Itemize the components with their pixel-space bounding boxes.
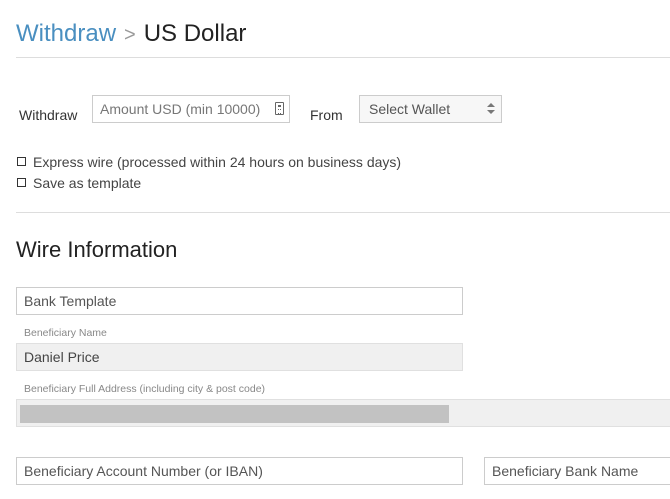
- page-title: US Dollar: [143, 20, 247, 47]
- header-divider: [16, 57, 670, 58]
- save-template-label[interactable]: Save as template: [33, 175, 141, 191]
- account-number-field[interactable]: Beneficiary Account Number (or IBAN): [16, 457, 463, 485]
- bank-template-select[interactable]: Bank Template: [16, 287, 463, 315]
- express-wire-label[interactable]: Express wire (processed within 24 hours …: [33, 154, 401, 170]
- bank-name-field[interactable]: Beneficiary Bank Name: [484, 457, 670, 485]
- express-wire-checkbox[interactable]: [17, 157, 26, 166]
- wallet-select-value: Select Wallet: [369, 101, 451, 117]
- wire-information-title: Wire Information: [16, 237, 178, 262]
- beneficiary-address-field[interactable]: [16, 399, 670, 427]
- withdraw-label: Withdraw: [19, 107, 78, 123]
- beneficiary-name-field[interactable]: Daniel Price: [16, 343, 463, 371]
- breadcrumb-separator: >: [124, 24, 136, 46]
- wallet-select[interactable]: Select Wallet: [359, 95, 502, 123]
- section-divider: [16, 212, 670, 213]
- amount-input[interactable]: [93, 96, 265, 122]
- amount-field[interactable]: [92, 95, 290, 123]
- breadcrumb: Withdraw > US Dollar: [16, 19, 246, 50]
- bank-name-placeholder: Beneficiary Bank Name: [492, 463, 639, 479]
- breadcrumb-withdraw-link[interactable]: Withdraw: [16, 20, 116, 47]
- account-number-placeholder: Beneficiary Account Number (or IBAN): [24, 463, 263, 479]
- sort-arrows-icon: [487, 103, 495, 115]
- beneficiary-name-value: Daniel Price: [24, 349, 100, 365]
- save-template-checkbox[interactable]: [17, 178, 26, 187]
- calculator-icon[interactable]: [275, 102, 284, 115]
- bank-template-value: Bank Template: [24, 293, 117, 309]
- beneficiary-address-label: Beneficiary Full Address (including city…: [24, 383, 266, 395]
- beneficiary-name-label: Beneficiary Name: [24, 327, 107, 339]
- from-label: From: [310, 107, 343, 123]
- redacted-address: [20, 405, 449, 423]
